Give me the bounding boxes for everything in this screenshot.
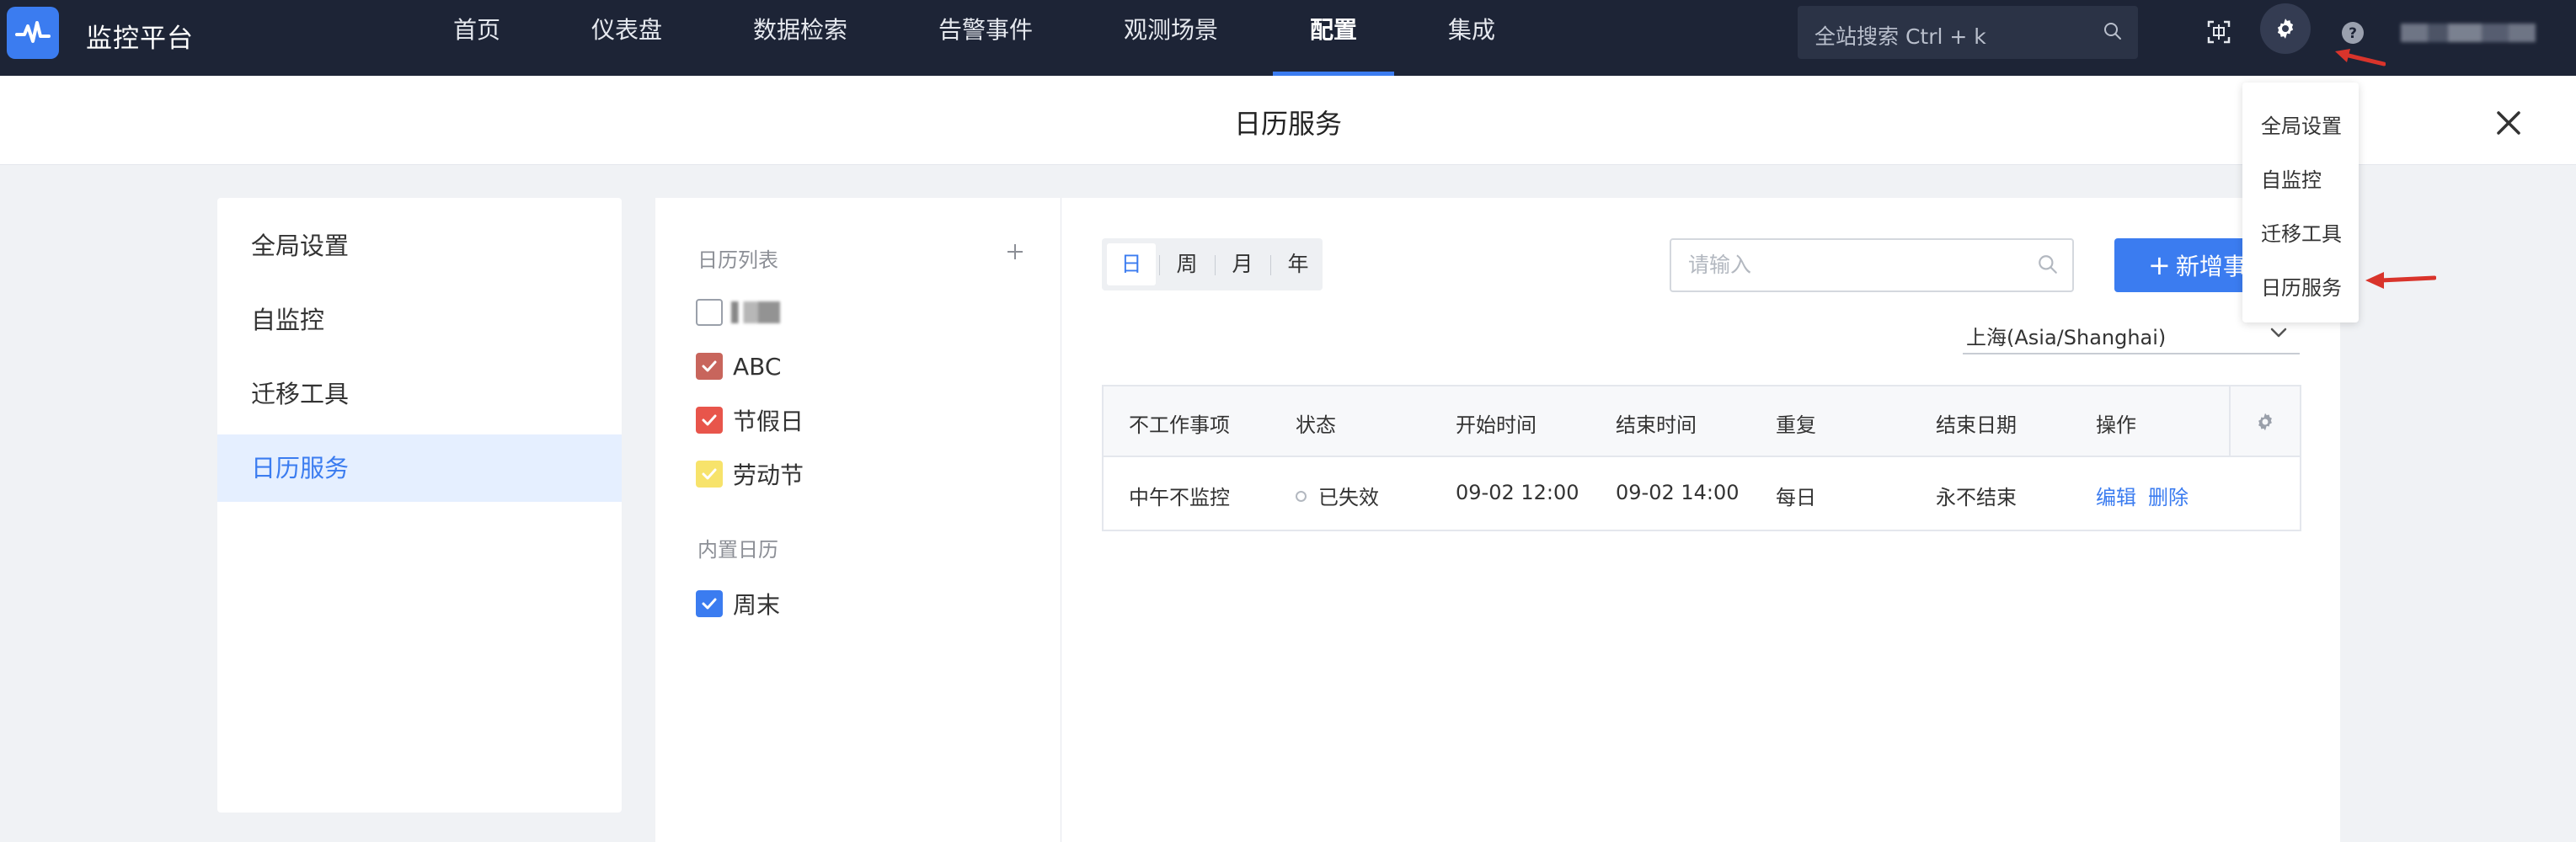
builtin-calendar-title: 内置日历 bbox=[697, 538, 778, 562]
view-divider bbox=[1159, 255, 1160, 275]
calendar-item-redacted[interactable] bbox=[696, 297, 780, 328]
settings-dropdown-menu: 全局设置 自监控 迁移工具 日历服务 bbox=[2242, 83, 2359, 322]
delete-link[interactable]: 删除 bbox=[2148, 486, 2189, 509]
global-search-placeholder: 全站搜索 Ctrl + k bbox=[1814, 24, 1986, 49]
calendar-label: 劳动节 bbox=[733, 461, 804, 489]
plus-icon[interactable] bbox=[1006, 236, 1024, 268]
app-name: 监控平台 bbox=[86, 24, 194, 54]
column-header-start: 开始时间 bbox=[1456, 413, 1537, 437]
calendar-label: 节假日 bbox=[733, 408, 804, 435]
view-divider bbox=[1270, 255, 1271, 275]
checkbox-checked[interactable] bbox=[696, 590, 723, 617]
calendar-item-weekend[interactable]: 周末 bbox=[696, 589, 780, 619]
chevron-down-icon bbox=[2270, 328, 2287, 338]
page-header: 日历服务 bbox=[0, 76, 2576, 165]
checkbox-checked[interactable] bbox=[696, 407, 723, 434]
view-day-button[interactable]: 日 bbox=[1107, 243, 1156, 285]
language-switch-icon[interactable] bbox=[2204, 17, 2234, 47]
view-divider bbox=[1215, 255, 1216, 275]
dropdown-item-calendar-service[interactable]: 日历服务 bbox=[2261, 271, 2342, 301]
calendar-list-title: 日历列表 bbox=[697, 248, 778, 272]
events-table: 不工作事项 状态 开始时间 结束时间 重复 结束日期 操作 中午不监控 已失效 … bbox=[1102, 385, 2301, 531]
column-header-end-date: 结束日期 bbox=[1936, 413, 2017, 437]
settings-gear-icon[interactable] bbox=[2260, 3, 2311, 54]
dropdown-item-self-monitoring[interactable]: 自监控 bbox=[2261, 163, 2322, 193]
event-search-input[interactable] bbox=[1688, 240, 2025, 289]
nav-home[interactable]: 首页 bbox=[438, 0, 516, 76]
event-search-field[interactable] bbox=[1670, 238, 2074, 292]
search-icon bbox=[2037, 253, 2059, 279]
calendar-list-panel: 日历列表 ABC 节假日 劳动节 内置日历 周末 bbox=[655, 198, 1061, 842]
sidebar-item-calendar-service[interactable]: 日历服务 bbox=[217, 434, 622, 502]
view-switcher: 日 周 月 年 bbox=[1102, 238, 1323, 290]
calendar-label-redacted bbox=[731, 301, 780, 323]
annotation-arrow-icon bbox=[2335, 49, 2386, 67]
calendar-label: ABC bbox=[733, 352, 782, 381]
checkbox-checked[interactable] bbox=[696, 461, 723, 488]
page-title: 日历服务 bbox=[1233, 108, 1342, 140]
nav-alert-events[interactable]: 告警事件 bbox=[923, 0, 1048, 76]
nav-config[interactable]: 配置 bbox=[1295, 0, 1372, 76]
view-year-button[interactable]: 年 bbox=[1274, 243, 1323, 285]
status-dot-icon bbox=[1296, 490, 1307, 502]
cell-end-date: 永不结束 bbox=[1936, 486, 2017, 509]
checkbox-checked[interactable] bbox=[696, 353, 723, 380]
column-header-repeat: 重复 bbox=[1776, 413, 1816, 437]
cell-item: 中午不监控 bbox=[1129, 486, 1230, 509]
sidebar-item-migration-tools[interactable]: 迁移工具 bbox=[217, 360, 622, 428]
top-navigation-bar: 监控平台 首页 仪表盘 数据检索 告警事件 观测场景 配置 集成 全站搜索 Ct… bbox=[0, 0, 2576, 76]
cell-status: 已失效 bbox=[1296, 481, 1379, 510]
settings-sidebar: 全局设置 自监控 迁移工具 日历服务 bbox=[217, 198, 622, 813]
calendar-item-labor-day[interactable]: 劳动节 bbox=[696, 459, 804, 489]
nav-integration[interactable]: 集成 bbox=[1433, 0, 1510, 76]
calendar-item-holidays[interactable]: 节假日 bbox=[696, 405, 804, 435]
nav-data-search[interactable]: 数据检索 bbox=[738, 0, 863, 76]
cell-actions: 编辑 删除 bbox=[2096, 481, 2200, 510]
cell-start: 09-02 12:00 bbox=[1456, 481, 1579, 504]
search-icon bbox=[2103, 21, 2123, 45]
timezone-value: 上海(Asia/Shanghai) bbox=[1966, 326, 2167, 349]
status-text: 已失效 bbox=[1318, 486, 1379, 509]
cell-end: 09-02 14:00 bbox=[1616, 481, 1740, 504]
close-icon[interactable] bbox=[2492, 106, 2525, 140]
checkbox-unchecked[interactable] bbox=[696, 299, 723, 326]
column-header-status: 状态 bbox=[1296, 413, 1336, 437]
svg-text:?: ? bbox=[2349, 25, 2357, 42]
plus-icon: + bbox=[2148, 249, 2171, 281]
edit-link[interactable]: 编辑 bbox=[2096, 486, 2136, 509]
column-header-end: 结束时间 bbox=[1616, 413, 1697, 437]
user-name-redacted[interactable] bbox=[2401, 24, 2536, 42]
column-settings-gear-icon[interactable] bbox=[2229, 386, 2300, 457]
calendar-item-abc[interactable]: ABC bbox=[696, 351, 781, 381]
logo-icon[interactable] bbox=[7, 7, 59, 59]
view-week-button[interactable]: 周 bbox=[1162, 243, 1211, 285]
sidebar-item-global-settings[interactable]: 全局设置 bbox=[217, 212, 622, 280]
column-header-actions: 操作 bbox=[2096, 413, 2136, 437]
dropdown-item-migration-tools[interactable]: 迁移工具 bbox=[2261, 217, 2342, 247]
nav-dashboard[interactable]: 仪表盘 bbox=[576, 0, 677, 76]
sidebar-item-self-monitoring[interactable]: 自监控 bbox=[217, 286, 622, 354]
column-header-item: 不工作事项 bbox=[1129, 413, 1230, 437]
nav-observe-scenes[interactable]: 观测场景 bbox=[1109, 0, 1233, 76]
cell-repeat: 每日 bbox=[1776, 486, 1816, 509]
calendar-main-panel: 日 周 月 年 +新增事 上海(Asia/Shanghai) 不工作事项 状态 … bbox=[1061, 198, 2340, 842]
annotation-arrow-icon bbox=[2365, 272, 2436, 289]
dropdown-item-global-settings[interactable]: 全局设置 bbox=[2261, 109, 2342, 139]
add-event-label: 新增事 bbox=[2175, 253, 2247, 280]
calendar-label: 周末 bbox=[733, 591, 781, 619]
global-search-input[interactable]: 全站搜索 Ctrl + k bbox=[1798, 6, 2138, 59]
timezone-select[interactable]: 上海(Asia/Shanghai) bbox=[1963, 317, 2300, 354]
help-icon[interactable]: ? bbox=[2338, 19, 2367, 47]
view-month-button[interactable]: 月 bbox=[1218, 243, 1267, 285]
